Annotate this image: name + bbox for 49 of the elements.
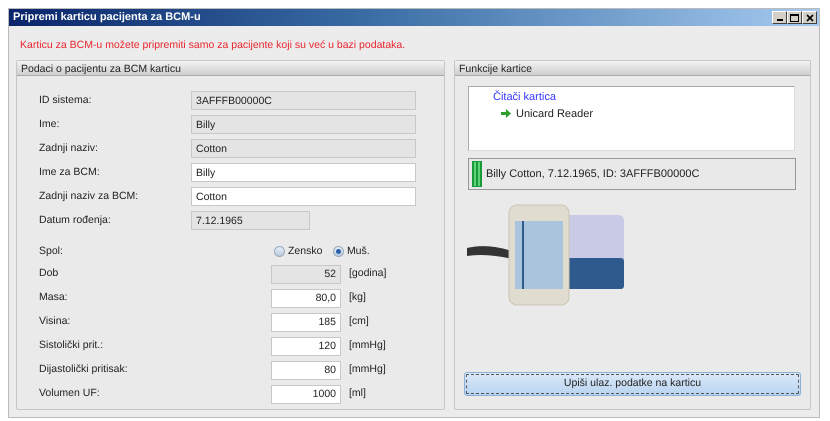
unit-label: [godina]: [348, 266, 388, 282]
panel-header: Podaci o pacijentu za BCM karticu: [17, 61, 444, 76]
input-field[interactable]: 1000: [271, 384, 341, 404]
field-label: Sistolički prit.:: [39, 338, 104, 354]
field-label: Ime:: [39, 116, 60, 132]
field-label: Dob: [39, 266, 60, 282]
input-field[interactable]: 185: [271, 312, 341, 332]
input-field[interactable]: 80,0: [271, 288, 341, 308]
field-label: Datum rođenja:: [39, 212, 112, 228]
field-label: ID sistema:: [39, 92, 93, 108]
arrow-icon: [501, 109, 511, 118]
unit-label: [mmHg]: [348, 362, 387, 378]
field-label: Zadnji naziv:: [39, 140, 99, 156]
unit-label: [cm]: [348, 314, 370, 330]
unit-label: [mmHg]: [348, 338, 387, 354]
maximize-icon: [790, 14, 799, 22]
unit-label: [kg]: [348, 290, 367, 306]
unit-label: [ml]: [348, 386, 367, 402]
input-field[interactable]: 3AFFFB00000C: [191, 91, 416, 110]
field-label: Spol:: [39, 244, 64, 259]
input-field[interactable]: 7.12.1965: [191, 211, 310, 230]
info-message: Karticu za BCM-u možete pripremiti samo za pacijente koji su već u bazi podataka.: [19, 38, 406, 53]
window-title: Pripremi karticu pacijenta za BCM-u: [13, 10, 201, 26]
panel-header: Funkcije kartice: [455, 61, 810, 76]
maximize-button[interactable]: [787, 11, 802, 24]
field-label: Masa:: [39, 290, 69, 306]
radio-option[interactable]: Muš.: [332, 244, 370, 260]
input-field[interactable]: 80: [271, 360, 341, 380]
field-label: Ime za BCM:: [39, 164, 101, 180]
input-field[interactable]: Billy: [191, 115, 416, 134]
write-card-button[interactable]: Upiši ulaz. podatke na karticu: [464, 372, 801, 396]
tree-node[interactable]: Čitači kartica: [493, 89, 556, 106]
input-field[interactable]: Billy: [191, 163, 416, 182]
close-icon: [806, 14, 814, 22]
field-label: Volumen UF:: [39, 386, 101, 402]
input-field[interactable]: 120: [271, 336, 341, 356]
field-label: Zadnji naziv za BCM:: [39, 188, 140, 204]
card-status-text: Billy Cotton, 7.12.1965, ID: 3AFFFB00000C: [486, 166, 700, 182]
close-button[interactable]: [802, 11, 817, 24]
tree-node[interactable]: Unicard Reader: [516, 106, 594, 122]
minimize-button[interactable]: [772, 11, 787, 24]
field-label: Visina:: [39, 314, 72, 330]
input-field[interactable]: 52: [271, 264, 341, 284]
input-field[interactable]: Cotton: [191, 139, 416, 158]
minimize-icon: [776, 19, 782, 21]
input-field[interactable]: Cotton: [191, 187, 416, 206]
radio-option[interactable]: Zensko: [274, 244, 322, 260]
field-label: Dijastolički pritisak:: [39, 362, 129, 378]
card-indicator-icon: [472, 161, 482, 187]
